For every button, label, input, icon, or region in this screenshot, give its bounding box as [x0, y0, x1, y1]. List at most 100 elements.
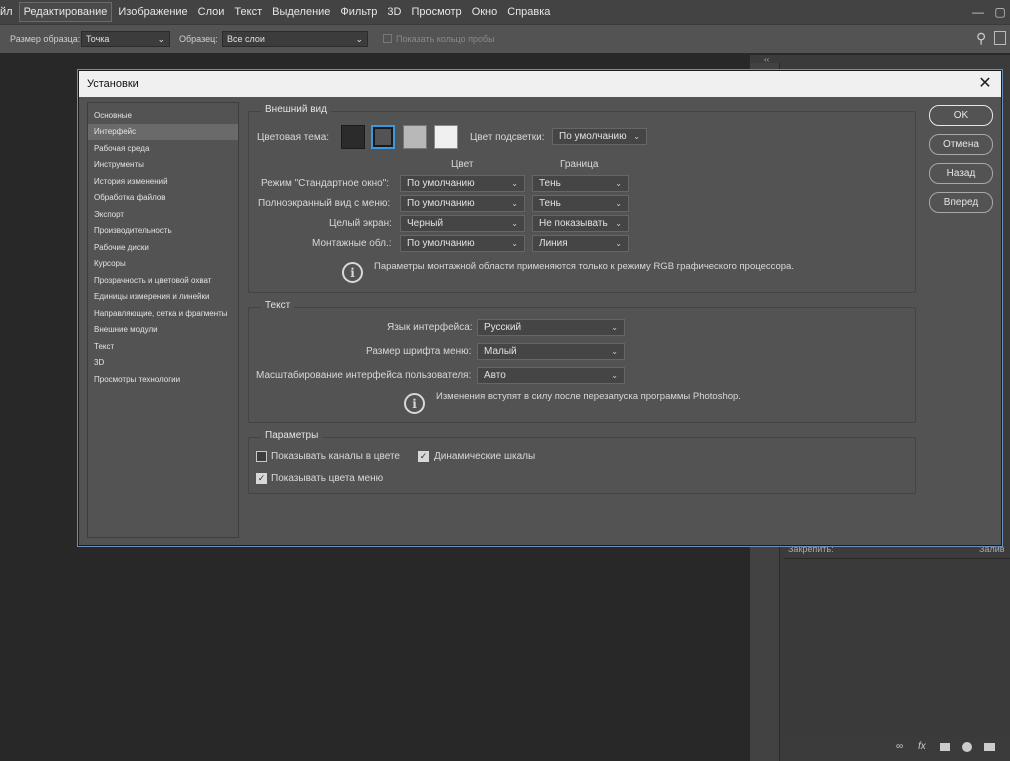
text-group-title: Текст	[261, 300, 295, 311]
sidebar-item-transparency[interactable]: Прозрачность и цветовой охват	[88, 272, 238, 289]
chevron-down-icon: ⌄	[511, 199, 518, 208]
dialog-title: Установки	[87, 78, 139, 90]
show-channels-label: Показывать каналы в цвете	[271, 451, 400, 462]
menu-view[interactable]: Просмотр	[407, 3, 465, 21]
show-ring-checkbox[interactable]	[383, 34, 392, 43]
sidebar-item-interface[interactable]: Интерфейс	[88, 123, 238, 140]
sidebar-item-scratch-disks[interactable]: Рабочие диски	[88, 239, 238, 256]
sidebar-item-type[interactable]: Текст	[88, 338, 238, 355]
forward-button[interactable]: Вперед	[929, 192, 993, 213]
chevron-down-icon: ⌄	[611, 323, 618, 332]
menu-window[interactable]: Окно	[468, 3, 502, 21]
theme-swatch-darkest[interactable]	[341, 125, 365, 149]
sidebar-item-file-handling[interactable]: Обработка файлов	[88, 190, 238, 207]
show-menu-colors-checkbox[interactable]: ✓	[256, 473, 267, 484]
theme-swatch-dark[interactable]	[371, 125, 395, 149]
theme-swatch-light[interactable]	[403, 125, 427, 149]
ui-scaling-select[interactable]: Авто ⌄	[477, 367, 625, 384]
menu-filter[interactable]: Фильтр	[336, 3, 381, 21]
chevron-down-icon: ⌄	[511, 179, 518, 188]
chevron-down-icon: ⌄	[615, 179, 622, 188]
sidebar-item-guides[interactable]: Направляющие, сетка и фрагменты	[88, 305, 238, 322]
menu-type[interactable]: Текст	[230, 3, 266, 21]
ui-language-select[interactable]: Русский ⌄	[477, 319, 625, 336]
menu-3d[interactable]: 3D	[383, 3, 405, 21]
preferences-dialog: Установки ✕ Основные Интерфейс Рабочая с…	[78, 70, 1002, 546]
folder-icon[interactable]	[984, 743, 995, 751]
options-group: Параметры	[248, 430, 916, 494]
search-icon[interactable]: ⚲	[976, 30, 986, 47]
menu-edit[interactable]: Редактирование	[18, 2, 113, 22]
sidebar-item-3d[interactable]: 3D	[88, 355, 238, 372]
standard-mode-label: Режим "Стандартное окно":	[261, 178, 390, 189]
sidebar-item-tools[interactable]: Инструменты	[88, 157, 238, 174]
chevron-down-icon: ⌄	[157, 33, 165, 44]
chevron-down-icon: ⌄	[611, 371, 618, 380]
menu-font-size-select[interactable]: Малый ⌄	[477, 343, 625, 360]
chevron-down-icon: ⌄	[511, 239, 518, 248]
fullscreen-color-select[interactable]: Черный ⌄	[400, 215, 525, 232]
chevron-down-icon: ⌄	[615, 219, 622, 228]
dynamic-sliders-label: Динамические шкалы	[434, 451, 536, 462]
chevron-down-icon: ⌄	[633, 132, 640, 141]
options-group-title: Параметры	[261, 430, 323, 441]
close-icon[interactable]: ✕	[975, 74, 995, 94]
menu-font-size-label: Размер шрифта меню:	[366, 346, 472, 357]
fullscreen-border-select[interactable]: Не показывать ⌄	[532, 215, 629, 232]
chevron-down-icon: ⌄	[611, 347, 618, 356]
sidebar-item-workspace[interactable]: Рабочая среда	[88, 140, 238, 157]
sample-label: Образец:	[179, 34, 218, 44]
artboards-border-select[interactable]: Линия ⌄	[532, 235, 629, 252]
menu-help[interactable]: Справка	[503, 3, 554, 21]
maximize-icon[interactable]: ▢	[990, 0, 1010, 24]
chevron-down-icon: ⌄	[355, 33, 363, 44]
sample-select[interactable]: Все слои ⌄	[222, 31, 368, 47]
sidebar-item-tech-previews[interactable]: Просмотры технологии	[88, 371, 238, 388]
back-button[interactable]: Назад	[929, 163, 993, 184]
menu-bar: йл Редактирование Изображение Слои Текст…	[0, 0, 1010, 24]
fx-icon[interactable]: fx	[918, 741, 926, 752]
ui-language-label: Язык интерфейса:	[387, 322, 473, 333]
standard-mode-border-select[interactable]: Тень ⌄	[532, 175, 629, 192]
appearance-title: Внешний вид	[261, 104, 331, 115]
adjustment-icon[interactable]	[962, 742, 972, 752]
link-layers-icon[interactable]: ∞	[896, 741, 903, 752]
fullscreen-menu-label: Полноэкранный вид с меню:	[258, 198, 391, 209]
menu-file[interactable]: йл	[0, 3, 17, 21]
standard-mode-color-select[interactable]: По умолчанию ⌄	[400, 175, 525, 192]
sidebar-item-general[interactable]: Основные	[88, 107, 238, 124]
sidebar-item-export[interactable]: Экспорт	[88, 206, 238, 223]
panel-collapse-icon[interactable]: ‹‹	[764, 55, 782, 64]
sidebar-item-plugins[interactable]: Внешние модули	[88, 322, 238, 339]
fullscreen-menu-color-select[interactable]: По умолчанию ⌄	[400, 195, 525, 212]
artboards-color-select[interactable]: По умолчанию ⌄	[400, 235, 525, 252]
sidebar-item-history[interactable]: История изменений	[88, 173, 238, 190]
artboard-info-text: Параметры монтажной области применяются …	[374, 261, 794, 272]
layers-list	[784, 558, 1010, 738]
minimize-icon[interactable]: —	[968, 0, 988, 24]
dialog-titlebar: Установки ✕	[79, 71, 1001, 97]
color-theme-label: Цветовая тема:	[257, 132, 330, 143]
sidebar-item-performance[interactable]: Производительность	[88, 223, 238, 240]
workspace-icon[interactable]	[994, 31, 1006, 45]
dynamic-sliders-checkbox[interactable]: ✓	[418, 451, 429, 462]
chevron-down-icon: ⌄	[511, 219, 518, 228]
sidebar-item-cursors[interactable]: Курсоры	[88, 256, 238, 273]
sample-size-label: Размер образца:	[10, 34, 81, 44]
sidebar-item-units[interactable]: Единицы измерения и линейки	[88, 289, 238, 306]
cancel-button[interactable]: Отмена	[929, 134, 993, 155]
menu-image[interactable]: Изображение	[114, 3, 191, 21]
ui-scaling-label: Масштабирование интерфейса пользователя:	[256, 370, 472, 381]
theme-swatch-lightest[interactable]	[434, 125, 458, 149]
mask-icon[interactable]	[940, 743, 950, 751]
menu-layers[interactable]: Слои	[194, 3, 229, 21]
highlight-color-select[interactable]: По умолчанию ⌄	[552, 128, 647, 145]
sample-size-select[interactable]: Точка ⌄	[81, 31, 170, 47]
show-channels-checkbox[interactable]	[256, 451, 267, 462]
ok-button[interactable]: OK	[929, 105, 993, 126]
menu-select[interactable]: Выделение	[268, 3, 334, 21]
show-menu-colors-label: Показывать цвета меню	[271, 473, 384, 484]
fullscreen-menu-border-select[interactable]: Тень ⌄	[532, 195, 629, 212]
fullscreen-label: Целый экран:	[329, 218, 392, 229]
highlight-color-label: Цвет подсветки:	[470, 132, 545, 143]
